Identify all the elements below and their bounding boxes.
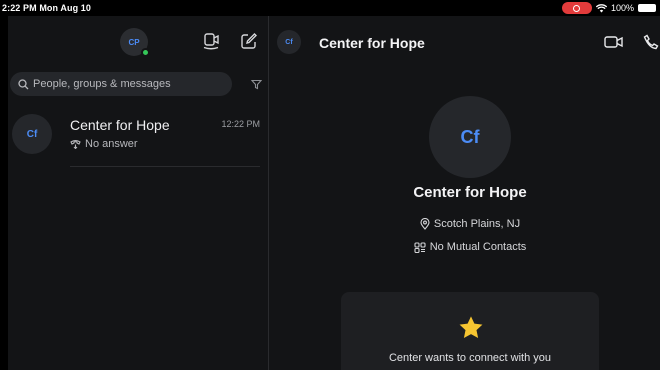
chat-list-pane: CP People, groups & messages Cf Center f… bbox=[8, 16, 268, 370]
profile-location: Scotch Plains, NJ bbox=[269, 218, 660, 230]
meet-now-button[interactable] bbox=[200, 30, 222, 52]
video-camera-icon bbox=[604, 36, 623, 48]
chat-avatar-initials: Cf bbox=[26, 128, 38, 140]
battery-percent: 100% bbox=[610, 3, 634, 13]
conversation-avatar-initials: Cf bbox=[285, 38, 293, 46]
location-pin-icon bbox=[420, 218, 430, 230]
filter-button[interactable] bbox=[248, 76, 264, 92]
phone-icon bbox=[643, 34, 659, 50]
search-row bbox=[8, 72, 268, 96]
chat-time: 12:22 PM bbox=[221, 119, 260, 129]
search-box[interactable] bbox=[10, 72, 232, 96]
wifi-icon bbox=[595, 3, 607, 12]
meet-now-icon bbox=[203, 33, 219, 50]
list-divider bbox=[70, 166, 260, 167]
conversation-title[interactable]: Center for Hope bbox=[319, 35, 425, 51]
search-input[interactable] bbox=[33, 78, 213, 90]
profile-mutual-contacts: No Mutual Contacts bbox=[269, 241, 660, 253]
search-icon bbox=[18, 78, 29, 89]
chat-list-item[interactable]: Cf Center for Hope 12:22 PM No answer bbox=[8, 108, 268, 168]
connect-request-text: Center wants to connect with you bbox=[388, 352, 552, 364]
status-time-date: 2:22 PM Mon Aug 10 bbox=[2, 3, 91, 13]
compose-icon bbox=[241, 33, 257, 49]
connect-request-card: Center wants to connect with you bbox=[341, 292, 599, 370]
star-icon bbox=[459, 316, 483, 339]
chat-subtitle: No answer bbox=[85, 138, 138, 150]
filter-icon bbox=[250, 79, 262, 89]
profile-name: Center for Hope bbox=[413, 184, 527, 201]
chat-last-activity: No answer bbox=[70, 138, 138, 150]
profile-mutual-text: No Mutual Contacts bbox=[429, 241, 527, 253]
chat-name: Center for Hope bbox=[70, 117, 170, 133]
video-call-button[interactable] bbox=[603, 32, 625, 52]
contacts-icon bbox=[414, 241, 426, 253]
my-avatar-initials: CP bbox=[128, 37, 140, 47]
my-avatar[interactable]: CP bbox=[120, 28, 150, 57]
status-bar: 2:22 PM Mon Aug 10 100% bbox=[0, 0, 660, 16]
missed-call-icon bbox=[70, 139, 81, 149]
conversation-pane: Cf Center for Hope Cf Center for Hope Sc… bbox=[269, 16, 660, 370]
profile-avatar-initials: Cf bbox=[460, 126, 480, 147]
audio-call-button[interactable] bbox=[641, 32, 660, 52]
profile-location-text: Scotch Plains, NJ bbox=[433, 218, 521, 230]
conversation-header: Cf Center for Hope bbox=[269, 16, 660, 66]
conversation-avatar[interactable]: Cf bbox=[277, 30, 301, 54]
chat-list-header: CP bbox=[8, 16, 268, 66]
presence-status-icon bbox=[141, 48, 150, 57]
profile-avatar: Cf bbox=[429, 96, 511, 178]
battery-icon bbox=[638, 4, 656, 12]
new-chat-button[interactable] bbox=[238, 30, 260, 52]
chat-avatar: Cf bbox=[12, 114, 52, 154]
screen-recording-icon[interactable] bbox=[561, 2, 592, 14]
status-indicators: 100% bbox=[561, 2, 656, 14]
